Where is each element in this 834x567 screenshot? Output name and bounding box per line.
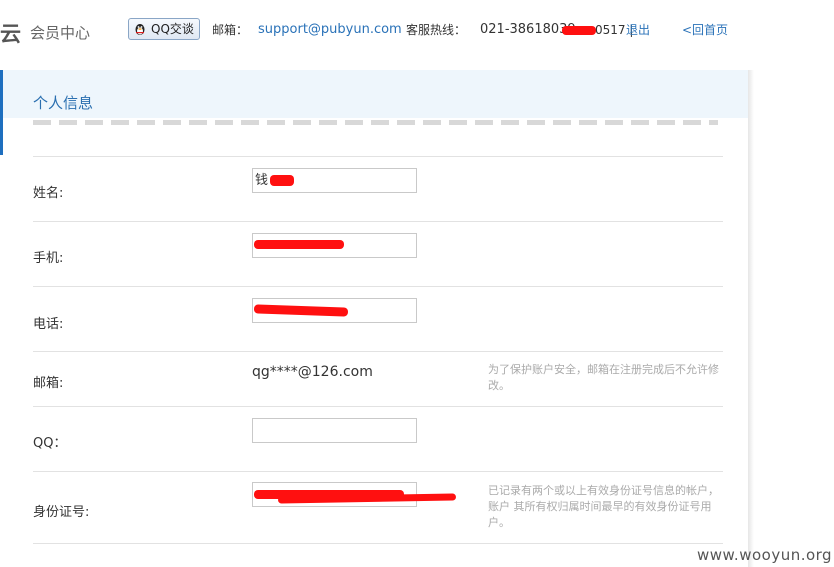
home-link[interactable]: <回首页 — [682, 22, 728, 38]
email-hint: 为了保护账户安全，邮箱在注册完成后不允许修改。 — [488, 363, 719, 392]
qq-chat-button[interactable]: QQ交谈 — [128, 18, 200, 40]
redaction-mark — [270, 175, 294, 186]
row-divider — [33, 471, 723, 472]
row-divider — [33, 406, 723, 407]
redaction-mark — [254, 240, 344, 249]
row-divider — [33, 286, 723, 287]
qq-chat-label: QQ交谈 — [151, 22, 194, 36]
email-label: 邮箱： — [212, 23, 249, 37]
page-title: 个人信息 — [33, 94, 94, 112]
dashed-divider — [33, 120, 718, 125]
row-divider — [33, 221, 723, 222]
redaction-mark — [562, 26, 596, 35]
id-number-label: 身份证号: — [33, 505, 90, 520]
watermark: www.wooyun.org — [697, 546, 833, 564]
phone-label: 电话: — [33, 317, 64, 332]
qq-penguin-icon — [135, 24, 145, 35]
name-label: 姓名: — [33, 186, 64, 201]
email-field-label: 邮箱: — [33, 376, 64, 391]
top-bar: 云 会员中心 QQ交谈 邮箱： support@pubyun.com 客服热线：… — [0, 0, 834, 60]
row-divider — [33, 543, 723, 544]
qq-input[interactable] — [252, 418, 417, 443]
row-divider — [33, 156, 723, 157]
support-email-link[interactable]: support@pubyun.com — [258, 22, 402, 38]
hotline-label: 客服热线： — [406, 23, 467, 37]
row-divider — [33, 351, 723, 352]
name-value: 钱 — [255, 173, 269, 188]
logo-icon: 云 — [0, 22, 21, 46]
email-value: qg****@126.com — [252, 364, 373, 380]
qq-label: QQ： — [33, 436, 67, 451]
logout-link[interactable]: 退出 — [626, 22, 650, 38]
id-number-hint: 已记录有两个或以上有效身份证号信息的帐户，账户 其所有权归属时间最早的有效身份证… — [488, 484, 719, 529]
mobile-label: 手机: — [33, 251, 64, 266]
member-center-title: 会员中心 — [30, 24, 91, 42]
panel-shadow — [748, 70, 754, 567]
panel-header — [3, 70, 748, 118]
